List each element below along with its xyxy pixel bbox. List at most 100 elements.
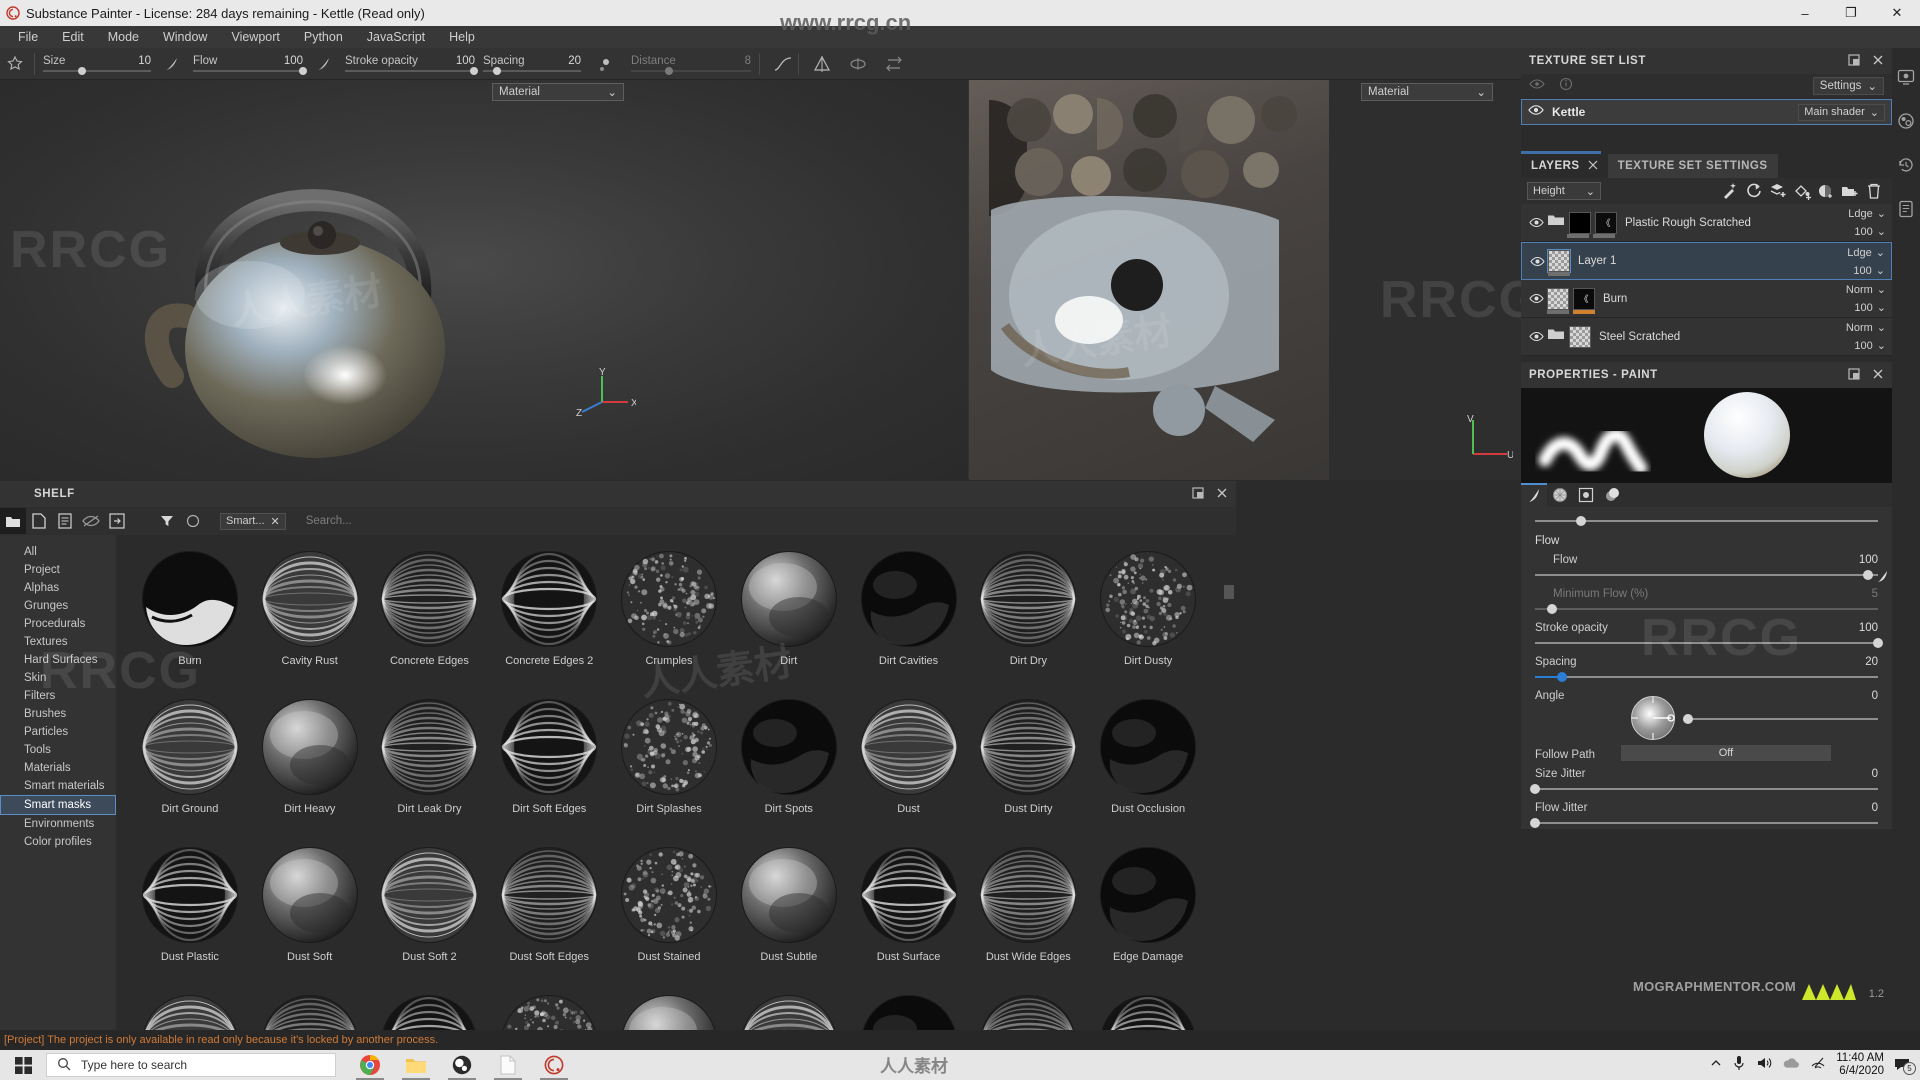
shelf-asset-item[interactable] bbox=[370, 985, 490, 1030]
viewport-uv[interactable]: Material ⌄ V U bbox=[969, 80, 1521, 480]
add-generator-icon[interactable] bbox=[1742, 180, 1766, 202]
viewport-left-material-select[interactable]: Material ⌄ bbox=[492, 83, 624, 101]
chevron-down-icon[interactable]: ⌄ bbox=[607, 85, 617, 99]
document-icon[interactable] bbox=[488, 1050, 528, 1080]
display-settings-icon[interactable] bbox=[1895, 66, 1917, 88]
shelf-asset-item[interactable] bbox=[250, 985, 370, 1030]
shelf-asset-item[interactable]: Dirt Cavities bbox=[849, 541, 969, 689]
shelf-asset-item[interactable]: Dust Stained bbox=[609, 837, 729, 985]
layer-eye-icon[interactable] bbox=[1525, 217, 1547, 228]
shelf-asset-item[interactable]: Dust Soft 2 bbox=[370, 837, 490, 985]
stencil-tab-icon[interactable] bbox=[1573, 483, 1599, 507]
chrome-icon[interactable] bbox=[350, 1050, 390, 1080]
texture-set-settings-button[interactable]: Settings ⌄ bbox=[1813, 77, 1884, 95]
angle-slider[interactable] bbox=[1683, 713, 1878, 725]
mirror-icon[interactable] bbox=[883, 53, 905, 75]
shelf-filter-chip[interactable]: Smart... ✕ bbox=[220, 513, 286, 530]
layer-list[interactable]: 《 Plastic Rough Scratched Ldge ⌄ 100 ⌄ Layer 1… bbox=[1521, 204, 1892, 356]
shelf-asset-thumbnail[interactable] bbox=[142, 699, 238, 795]
shelf-asset-thumbnail[interactable] bbox=[741, 551, 837, 647]
tsl-visibility-icon[interactable] bbox=[1529, 77, 1545, 95]
tab-layers[interactable]: LAYERS bbox=[1521, 154, 1608, 178]
layer-opacity[interactable]: 100 ⌄ bbox=[1846, 339, 1886, 352]
properties-float-icon[interactable] bbox=[1848, 368, 1860, 383]
start-button[interactable] bbox=[0, 1050, 46, 1080]
shelf-category-grunges[interactable]: Grunges bbox=[0, 597, 116, 615]
shelf-asset-item[interactable] bbox=[729, 985, 849, 1030]
tray-expand-icon[interactable] bbox=[1710, 1056, 1722, 1074]
property-toggle-button[interactable]: Off bbox=[1621, 745, 1831, 761]
shelf-asset-thumbnail[interactable] bbox=[142, 995, 238, 1030]
shelf-category-hard-surfaces[interactable]: Hard Surfaces bbox=[0, 651, 116, 669]
chevron-down-icon[interactable]: ⌄ bbox=[1476, 85, 1486, 99]
shelf-asset-thumbnail[interactable] bbox=[1100, 847, 1196, 943]
symmetry-icon[interactable] bbox=[811, 53, 833, 75]
layer-blend-mode[interactable]: Norm ⌄ bbox=[1846, 321, 1886, 334]
menu-edit[interactable]: Edit bbox=[50, 27, 96, 47]
shelf-asset-item[interactable] bbox=[968, 985, 1088, 1030]
chevron-down-icon[interactable]: ⌄ bbox=[1876, 246, 1885, 259]
curve-icon[interactable] bbox=[772, 53, 794, 75]
shelf-asset-item[interactable]: Burn bbox=[130, 541, 250, 689]
shelf-asset-thumbnail[interactable] bbox=[741, 699, 837, 795]
chevron-down-icon[interactable]: ⌄ bbox=[1877, 321, 1886, 334]
param-stroke-opacity[interactable]: Stroke opacity 100 bbox=[345, 48, 475, 80]
layer-opacity[interactable]: 100 ⌄ bbox=[1847, 264, 1885, 277]
shelf-float-icon[interactable] bbox=[1192, 487, 1204, 502]
shelf-asset-item[interactable] bbox=[489, 985, 609, 1030]
shelf-filter-icon[interactable] bbox=[154, 508, 180, 534]
microphone-icon[interactable] bbox=[1732, 1055, 1746, 1076]
shelf-asset-item[interactable]: Dirt Ground bbox=[130, 689, 250, 837]
tsl-close-icon[interactable] bbox=[1872, 54, 1884, 69]
tsl-info-icon[interactable] bbox=[1559, 77, 1573, 96]
shelf-asset-thumbnail[interactable] bbox=[741, 847, 837, 943]
viewport[interactable]: Material ⌄ X Y Z Material ⌄ V U bbox=[0, 80, 1521, 480]
shelf-asset-thumbnail[interactable] bbox=[980, 995, 1076, 1030]
shelf-asset-thumbnail[interactable] bbox=[381, 995, 477, 1030]
shelf-asset-item[interactable]: Crumples bbox=[609, 541, 729, 689]
menu-javascript[interactable]: JavaScript bbox=[355, 27, 437, 47]
tab-layers-close-icon[interactable] bbox=[1588, 160, 1598, 173]
shelf-asset-item[interactable]: Dirt Dry bbox=[968, 541, 1088, 689]
shelf-hide-icon[interactable] bbox=[78, 508, 104, 534]
add-layer-icon[interactable] bbox=[1766, 180, 1790, 202]
shelf-asset-item[interactable]: Edge Damage bbox=[1088, 837, 1208, 985]
shelf-asset-thumbnail[interactable] bbox=[861, 699, 957, 795]
alpha-tab-icon[interactable] bbox=[1547, 483, 1573, 507]
shelf-asset-thumbnail[interactable] bbox=[501, 551, 597, 647]
minimize-button[interactable]: – bbox=[1782, 0, 1828, 26]
shelf-asset-thumbnail[interactable] bbox=[1100, 551, 1196, 647]
onedrive-icon[interactable] bbox=[1782, 1056, 1800, 1074]
shader-settings-icon[interactable] bbox=[1895, 110, 1917, 132]
shelf-asset-item[interactable]: Dust bbox=[849, 689, 969, 837]
shelf-category-color-profiles[interactable]: Color profiles bbox=[0, 833, 116, 851]
shelf-asset-item[interactable] bbox=[130, 985, 250, 1030]
shelf-asset-grid-wrap[interactable]: Burn Cavity Rust Concrete Edges Concrete Ed… bbox=[116, 535, 1236, 1030]
shelf-asset-thumbnail[interactable] bbox=[980, 847, 1076, 943]
brush-size-slider[interactable] bbox=[1535, 515, 1878, 527]
menu-help[interactable]: Help bbox=[437, 27, 487, 47]
shelf-grid-scrollbar[interactable] bbox=[1224, 585, 1234, 599]
add-folder-icon[interactable] bbox=[1838, 180, 1862, 202]
shelf-asset-thumbnail[interactable] bbox=[381, 699, 477, 795]
layer-row[interactable]: Steel Scratched Norm ⌄ 100 ⌄ bbox=[1521, 318, 1892, 356]
shelf-category-list[interactable]: All Project Alphas Grunges Procedurals Textur… bbox=[0, 535, 116, 1030]
history-icon[interactable] bbox=[1895, 154, 1917, 176]
shelf-asset-thumbnail[interactable] bbox=[501, 847, 597, 943]
property-row[interactable]: Flow 100 bbox=[1535, 554, 1878, 581]
shelf-asset-item[interactable]: Dust Soft bbox=[250, 837, 370, 985]
layer-eye-icon[interactable] bbox=[1525, 293, 1547, 304]
shelf-asset-thumbnail[interactable] bbox=[142, 551, 238, 647]
brush-tab-icon[interactable] bbox=[1521, 483, 1547, 507]
shelf-list-icon[interactable] bbox=[52, 508, 78, 534]
properties-close-icon[interactable] bbox=[1872, 368, 1884, 383]
shelf-asset-item[interactable]: Dust Surface bbox=[849, 837, 969, 985]
layer-eye-icon[interactable] bbox=[1526, 256, 1548, 267]
layer-thumbnail[interactable] bbox=[1569, 212, 1591, 234]
property-row[interactable]: Angle 0 bbox=[1535, 690, 1878, 742]
layer-mask-thumbnail[interactable]: 《 bbox=[1595, 212, 1617, 234]
chevron-down-icon[interactable]: ⌄ bbox=[1877, 207, 1886, 220]
shelf-asset-item[interactable]: Cavity Rust bbox=[250, 541, 370, 689]
shelf-asset-thumbnail[interactable] bbox=[861, 847, 957, 943]
param-size[interactable]: Size 10 bbox=[43, 48, 151, 80]
